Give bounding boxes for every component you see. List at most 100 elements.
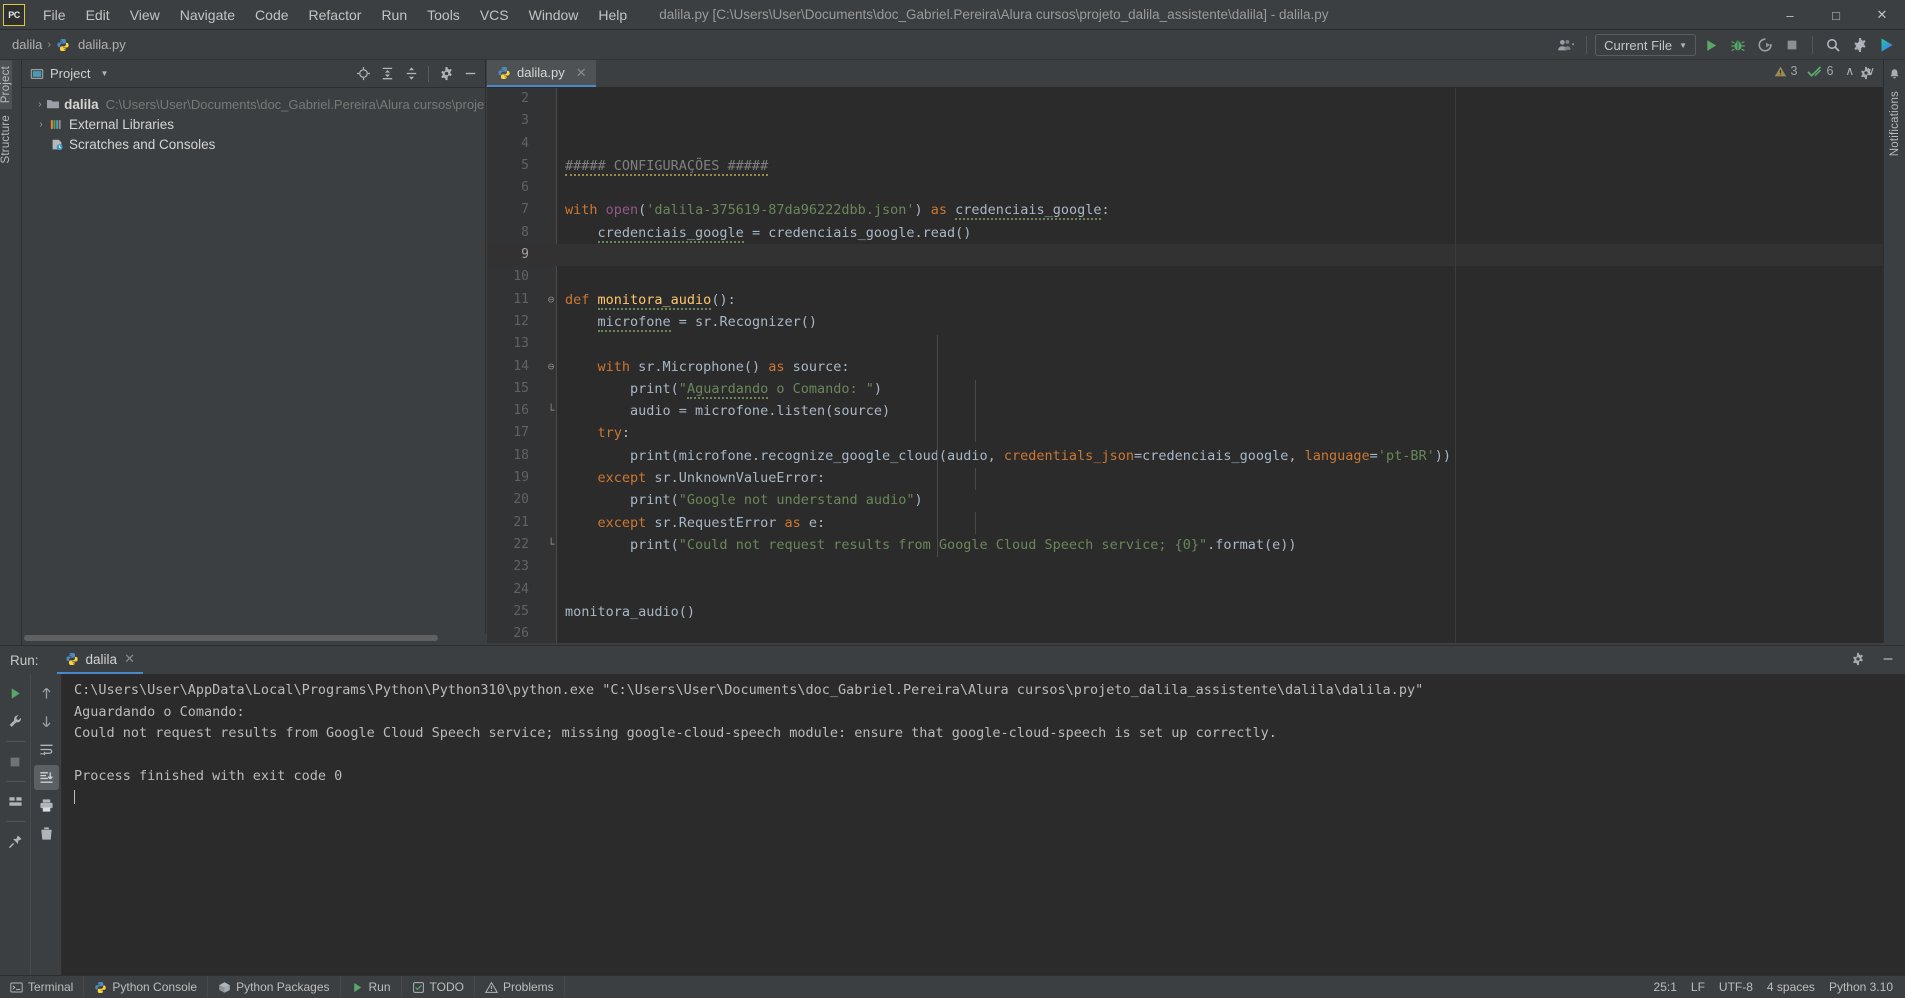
code-fold-marker[interactable]: ⊖	[545, 356, 557, 378]
status-terminal[interactable]: Terminal	[0, 976, 85, 998]
code-fold-marker[interactable]: └	[545, 400, 557, 422]
status-interpreter[interactable]: Python 3.10	[1829, 980, 1893, 994]
tab-close-icon[interactable]: ✕	[576, 65, 587, 81]
status-caret-position[interactable]: 25:1	[1654, 980, 1677, 994]
project-gear-icon[interactable]	[435, 63, 457, 85]
run-hide-icon[interactable]	[1877, 648, 1899, 670]
menu-vcs[interactable]: VCS	[470, 3, 519, 27]
tree-node-dalila[interactable]: › dalila C:\Users\User\Documents\doc_Gab…	[22, 94, 485, 114]
prev-problem-icon[interactable]: ∧	[1845, 64, 1854, 78]
code-line[interactable]: 22 └ print("Could not request results fro…	[487, 534, 1905, 556]
search-icon[interactable]	[1821, 34, 1845, 56]
pin-icon[interactable]	[3, 829, 28, 854]
minimize-button[interactable]: –	[1767, 0, 1813, 30]
tab-dalila-py[interactable]: dalila.py ✕	[487, 60, 596, 87]
menu-tools[interactable]: Tools	[417, 3, 470, 27]
code-line[interactable]: 21 except sr.RequestError as e:	[487, 512, 1905, 534]
status-python-console[interactable]: Python Console	[84, 976, 209, 998]
code-line[interactable]: 18 print(microfone.recognize_google_clou…	[487, 445, 1905, 467]
code-fold-marker[interactable]: ⊖	[545, 289, 557, 311]
chevron-right-icon[interactable]: ›	[34, 99, 46, 110]
locate-icon[interactable]	[352, 63, 374, 85]
code-line[interactable]: 17 try:	[487, 422, 1905, 444]
code-line[interactable]: 4	[487, 133, 1905, 155]
notification-bell-icon[interactable]	[1888, 68, 1901, 81]
breadcrumb-file[interactable]: dalila.py	[74, 37, 130, 52]
status-line-separator[interactable]: LF	[1691, 980, 1705, 994]
clear-all-icon[interactable]	[34, 821, 59, 846]
next-problem-icon[interactable]: ∨	[1866, 64, 1875, 78]
breadcrumb-project[interactable]: dalila	[8, 37, 46, 52]
menu-code[interactable]: Code	[245, 3, 298, 27]
code-line[interactable]: 12 microfone = sr.Recognizer()	[487, 311, 1905, 333]
code-line[interactable]: 26	[487, 623, 1905, 643]
tree-node-scratches-and-consoles[interactable]: Scratches and Consoles	[22, 134, 485, 154]
project-horizontal-scrollbar[interactable]	[22, 633, 486, 643]
run-tab-close-icon[interactable]: ✕	[124, 651, 135, 667]
menu-refactor[interactable]: Refactor	[299, 3, 372, 27]
code-line[interactable]: 3	[487, 110, 1905, 132]
menu-edit[interactable]: Edit	[76, 3, 120, 27]
code-line[interactable]: 24	[487, 579, 1905, 601]
stop-icon[interactable]	[3, 749, 28, 774]
maximize-button[interactable]: □	[1813, 0, 1859, 30]
code-line[interactable]: 14 ⊖ with sr.Microphone() as source:	[487, 356, 1905, 378]
code-line[interactable]: 25 monitora_audio()	[487, 601, 1905, 623]
user-avatar-icon[interactable]	[1554, 34, 1578, 56]
stop-icon[interactable]	[1780, 34, 1804, 56]
project-chevron-down-icon[interactable]: ▼	[100, 69, 108, 78]
code-line[interactable]: 2	[487, 88, 1905, 110]
status-indent[interactable]: 4 spaces	[1767, 980, 1815, 994]
run-tab-dalila[interactable]: dalila ✕	[56, 647, 143, 674]
scroll-to-end-icon[interactable]	[33, 765, 59, 790]
menu-help[interactable]: Help	[588, 3, 637, 27]
hide-panel-icon[interactable]	[459, 63, 481, 85]
code-line[interactable]: 6	[487, 177, 1905, 199]
code-line[interactable]: 23	[487, 556, 1905, 578]
expand-all-icon[interactable]	[376, 63, 398, 85]
sidebar-item-structure[interactable]: Structure	[0, 109, 12, 169]
settings-icon[interactable]	[1848, 34, 1872, 56]
rerun-icon[interactable]	[3, 681, 28, 706]
status-run[interactable]: Run	[341, 976, 402, 998]
code-line[interactable]: 16 └ audio = microfone.listen(source)	[487, 400, 1905, 422]
scroll-down-icon[interactable]	[34, 709, 59, 734]
debug-icon[interactable]	[1726, 34, 1750, 56]
sidebar-item-project[interactable]: Project	[0, 60, 12, 110]
code-line[interactable]: 13	[487, 333, 1905, 355]
run-console-output[interactable]: C:\Users\User\AppData\Local\Programs\Pyt…	[62, 674, 1905, 976]
run-coverage-icon[interactable]	[1753, 34, 1777, 56]
run-settings-icon[interactable]	[1847, 648, 1869, 670]
code-line[interactable]: 19 except sr.UnknownValueError:	[487, 467, 1905, 489]
collapse-all-icon[interactable]	[400, 63, 422, 85]
tree-node-external-libraries[interactable]: › External Libraries	[22, 114, 485, 134]
run-icon[interactable]	[1699, 34, 1723, 56]
code-line[interactable]: 15 print("Aguardando o Comando: ")	[487, 378, 1905, 400]
code-line[interactable]: 9	[487, 244, 1905, 267]
status-todo[interactable]: TODO	[402, 976, 475, 998]
scroll-up-icon[interactable]	[34, 681, 59, 706]
ide-assistant-icon[interactable]	[1875, 34, 1899, 56]
close-button[interactable]: ✕	[1859, 0, 1905, 30]
soft-wrap-icon[interactable]	[34, 737, 59, 762]
status-problems[interactable]: Problems	[475, 976, 565, 998]
menu-file[interactable]: File	[33, 3, 76, 27]
menu-view[interactable]: View	[120, 3, 170, 27]
code-line[interactable]: 20 print("Google not understand audio")	[487, 489, 1905, 511]
chevron-right-icon[interactable]: ›	[34, 119, 48, 130]
status-encoding[interactable]: UTF-8	[1719, 980, 1753, 994]
code-line[interactable]: 5 ##### CONFIGURAÇÕES #####	[487, 155, 1905, 177]
menu-run[interactable]: Run	[371, 3, 417, 27]
wrench-icon[interactable]	[3, 709, 28, 734]
menu-navigate[interactable]: Navigate	[170, 3, 245, 27]
print-icon[interactable]	[34, 793, 59, 818]
layout-icon[interactable]	[3, 789, 28, 814]
status-python-packages[interactable]: Python Packages	[208, 976, 341, 998]
code-line[interactable]: 7 with open('dalila-375619-87da96222dbb.j…	[487, 199, 1905, 221]
code-line[interactable]: 11 ⊖ def monitora_audio():	[487, 289, 1905, 311]
sidebar-item-notifications[interactable]: Notifications	[1889, 85, 1901, 162]
code-line[interactable]: 10	[487, 266, 1905, 288]
run-configuration-selector[interactable]: Current File ▼	[1595, 34, 1696, 56]
menu-window[interactable]: Window	[519, 3, 589, 27]
code-line[interactable]: 8 credenciais_google = credenciais_googl…	[487, 222, 1905, 244]
